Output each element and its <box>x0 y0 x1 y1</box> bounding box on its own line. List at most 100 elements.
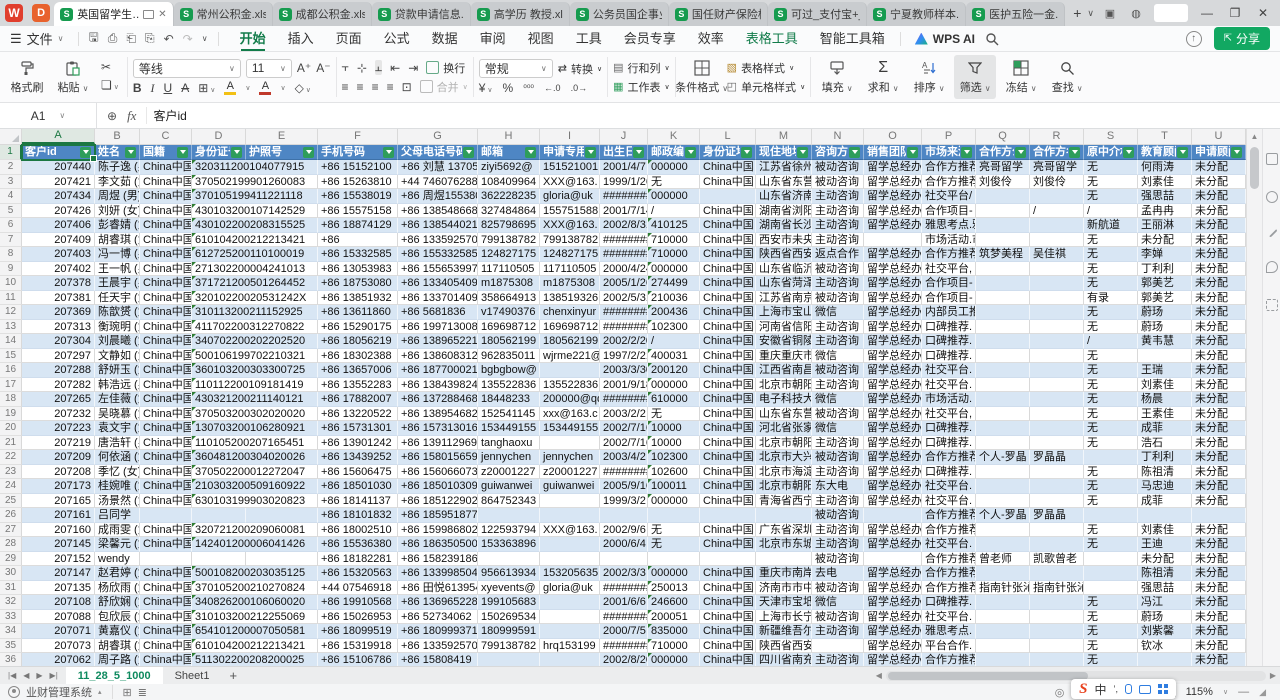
cell-M30[interactable]: 重庆市南岸 <box>756 566 812 581</box>
cell-I2[interactable]: 151521001 <box>540 160 600 175</box>
cell-Q3[interactable]: 刘俊伶 <box>976 175 1030 190</box>
ime-mode-label[interactable]: 中 <box>1094 681 1106 698</box>
cell-R8[interactable]: 吴佳祺 <box>1030 247 1084 262</box>
cell-U28[interactable]: 未分配 <box>1192 537 1246 552</box>
column-header-I[interactable]: I <box>540 129 600 144</box>
cell-B4[interactable]: 周煜 (男) <box>95 189 140 204</box>
cell-Q31[interactable]: 指南针张沁 <box>976 581 1030 596</box>
cell-D4[interactable]: 370105199411221118 <box>192 189 318 204</box>
cell-T20[interactable]: 成菲 <box>1138 421 1192 436</box>
cell-R31[interactable]: 指南针张沁 <box>1030 581 1084 596</box>
cell-P33[interactable]: 社交平台. <box>922 610 976 625</box>
filter-dropdown-icon[interactable] <box>1231 147 1242 158</box>
cell-S36[interactable]: 无 <box>1084 653 1138 666</box>
cell-F25[interactable]: +86 18141137 <box>318 494 398 509</box>
cell-P34[interactable]: 雅思考点. <box>922 624 976 639</box>
cell-R10[interactable] <box>1030 276 1084 291</box>
cell-B34[interactable]: 黄嘉仪 (女 <box>95 624 140 639</box>
cell-D23[interactable]: 370502200012272047 <box>192 465 318 480</box>
cell-U25[interactable]: 未分配 <box>1192 494 1246 509</box>
cell-N5[interactable]: 主动咨询 <box>812 204 864 219</box>
cell-J27[interactable]: 2002/9/6 <box>600 523 648 538</box>
insert-function-icon[interactable]: fx <box>127 108 136 124</box>
cell-H30[interactable]: 956613934 <box>478 566 540 581</box>
cell-S33[interactable]: 无 <box>1084 610 1138 625</box>
cell-U10[interactable]: 未分配 <box>1192 276 1246 291</box>
cell-C30[interactable]: China中国 <box>140 566 192 581</box>
filter-dropdown-icon[interactable] <box>463 147 474 158</box>
font-family-select[interactable]: 等线∨ <box>133 59 241 78</box>
cell-C29[interactable] <box>140 552 192 567</box>
cell-I17[interactable]: 135522836 <box>540 378 600 393</box>
cell-K11[interactable]: 210036 <box>648 291 700 306</box>
cell-S18[interactable]: 无 <box>1084 392 1138 407</box>
cell-N9[interactable]: 被动咨询 <box>812 262 864 277</box>
cell-T13[interactable]: 蔚玚 <box>1138 320 1192 335</box>
cell-C26[interactable] <box>140 508 192 523</box>
cell-L36[interactable]: China中国 <box>700 653 756 666</box>
cell-J12[interactable]: ######## <box>600 305 648 320</box>
cell-K17[interactable]: 000000 <box>648 378 700 393</box>
cell-P12[interactable]: 内部员工推 <box>922 305 976 320</box>
row-header-7[interactable]: 7 <box>0 233 22 248</box>
cell-A20[interactable]: 207223 <box>22 421 95 436</box>
cell-D15[interactable]: 500106199702210321 <box>192 349 318 364</box>
column-header-M[interactable]: M <box>756 129 812 144</box>
menu-tab-审阅[interactable]: 审阅 <box>469 26 517 51</box>
cell-L13[interactable]: China中国 <box>700 320 756 335</box>
cell-A4[interactable]: 207434 <box>22 189 95 204</box>
cell-K2[interactable]: 000000 <box>648 160 700 175</box>
cell-Q15[interactable] <box>976 349 1030 364</box>
cell-C24[interactable]: China中国 <box>140 479 192 494</box>
header-cell-C[interactable]: 国籍 <box>140 145 192 160</box>
cell-N26[interactable]: 被动咨询 <box>812 508 864 523</box>
cell-M20[interactable]: 河北省张家 <box>756 421 812 436</box>
cell-K26[interactable] <box>648 508 700 523</box>
cell-C13[interactable]: China中国 <box>140 320 192 335</box>
cell-M19[interactable]: 山东省东营 <box>756 407 812 422</box>
cell-B32[interactable]: 舒欣娴 (女 <box>95 595 140 610</box>
cell-L9[interactable]: China中国 <box>700 262 756 277</box>
row-header-17[interactable]: 17 <box>0 378 22 393</box>
cell-I20[interactable]: 153449155 <box>540 421 600 436</box>
cell-C34[interactable]: China中国 <box>140 624 192 639</box>
column-header-Q[interactable]: Q <box>976 129 1030 144</box>
cell-D32[interactable]: 340826200106060020 <box>192 595 318 610</box>
cell-N15[interactable]: 微信 <box>812 349 864 364</box>
cell-D26[interactable] <box>192 508 246 523</box>
cell-U34[interactable]: 未分配 <box>1192 624 1246 639</box>
cell-O18[interactable]: 留学总经办 <box>864 392 922 407</box>
cell-U20[interactable]: 未分配 <box>1192 421 1246 436</box>
cell-G34[interactable]: +86 18099937166 <box>398 624 478 639</box>
cell-C7[interactable]: China中国 <box>140 233 192 248</box>
cell-U33[interactable]: 未分配 <box>1192 610 1246 625</box>
cell-F31[interactable]: +44 07546918 <box>318 581 398 596</box>
cell-R36[interactable] <box>1030 653 1084 666</box>
cell-C5[interactable]: China中国 <box>140 204 192 219</box>
cell-U6[interactable]: 未分配 <box>1192 218 1246 233</box>
cell-A18[interactable]: 207265 <box>22 392 95 407</box>
cell-I16[interactable] <box>540 363 600 378</box>
cell-U13[interactable]: 未分配 <box>1192 320 1246 335</box>
cell-F12[interactable]: +86 13611860 <box>318 305 398 320</box>
keyboard-icon[interactable] <box>1139 685 1151 694</box>
maximize-button[interactable]: ❐ <box>1226 6 1244 20</box>
cell-I4[interactable]: gloria@uk <box>540 189 600 204</box>
print-icon[interactable]: ⎗ <box>126 31 136 46</box>
cell-C23[interactable]: China中国 <box>140 465 192 480</box>
cell-H2[interactable]: ziyi5692@ <box>478 160 540 175</box>
row-header-35[interactable]: 35 <box>0 639 22 654</box>
cell-I15[interactable]: wjrme221@ <box>540 349 600 364</box>
cell-D5[interactable]: 430103200107142529 <box>192 204 318 219</box>
cell-U22[interactable]: 未分配 <box>1192 450 1246 465</box>
header-cell-D[interactable]: 身份证号 <box>192 145 246 160</box>
cell-Q30[interactable] <box>976 566 1030 581</box>
cell-O33[interactable]: 留学总经办 <box>864 610 922 625</box>
cell-F24[interactable]: +86 18501030 <box>318 479 398 494</box>
sort-button[interactable]: A 排序 ∨ <box>908 55 950 99</box>
cell-F32[interactable]: +86 19910568 <box>318 595 398 610</box>
cell-L2[interactable]: China中国 <box>700 160 756 175</box>
cell-K28[interactable]: 无 <box>648 537 700 552</box>
cell-I10[interactable]: m1875308 <box>540 276 600 291</box>
cell-K31[interactable]: 250013 <box>648 581 700 596</box>
